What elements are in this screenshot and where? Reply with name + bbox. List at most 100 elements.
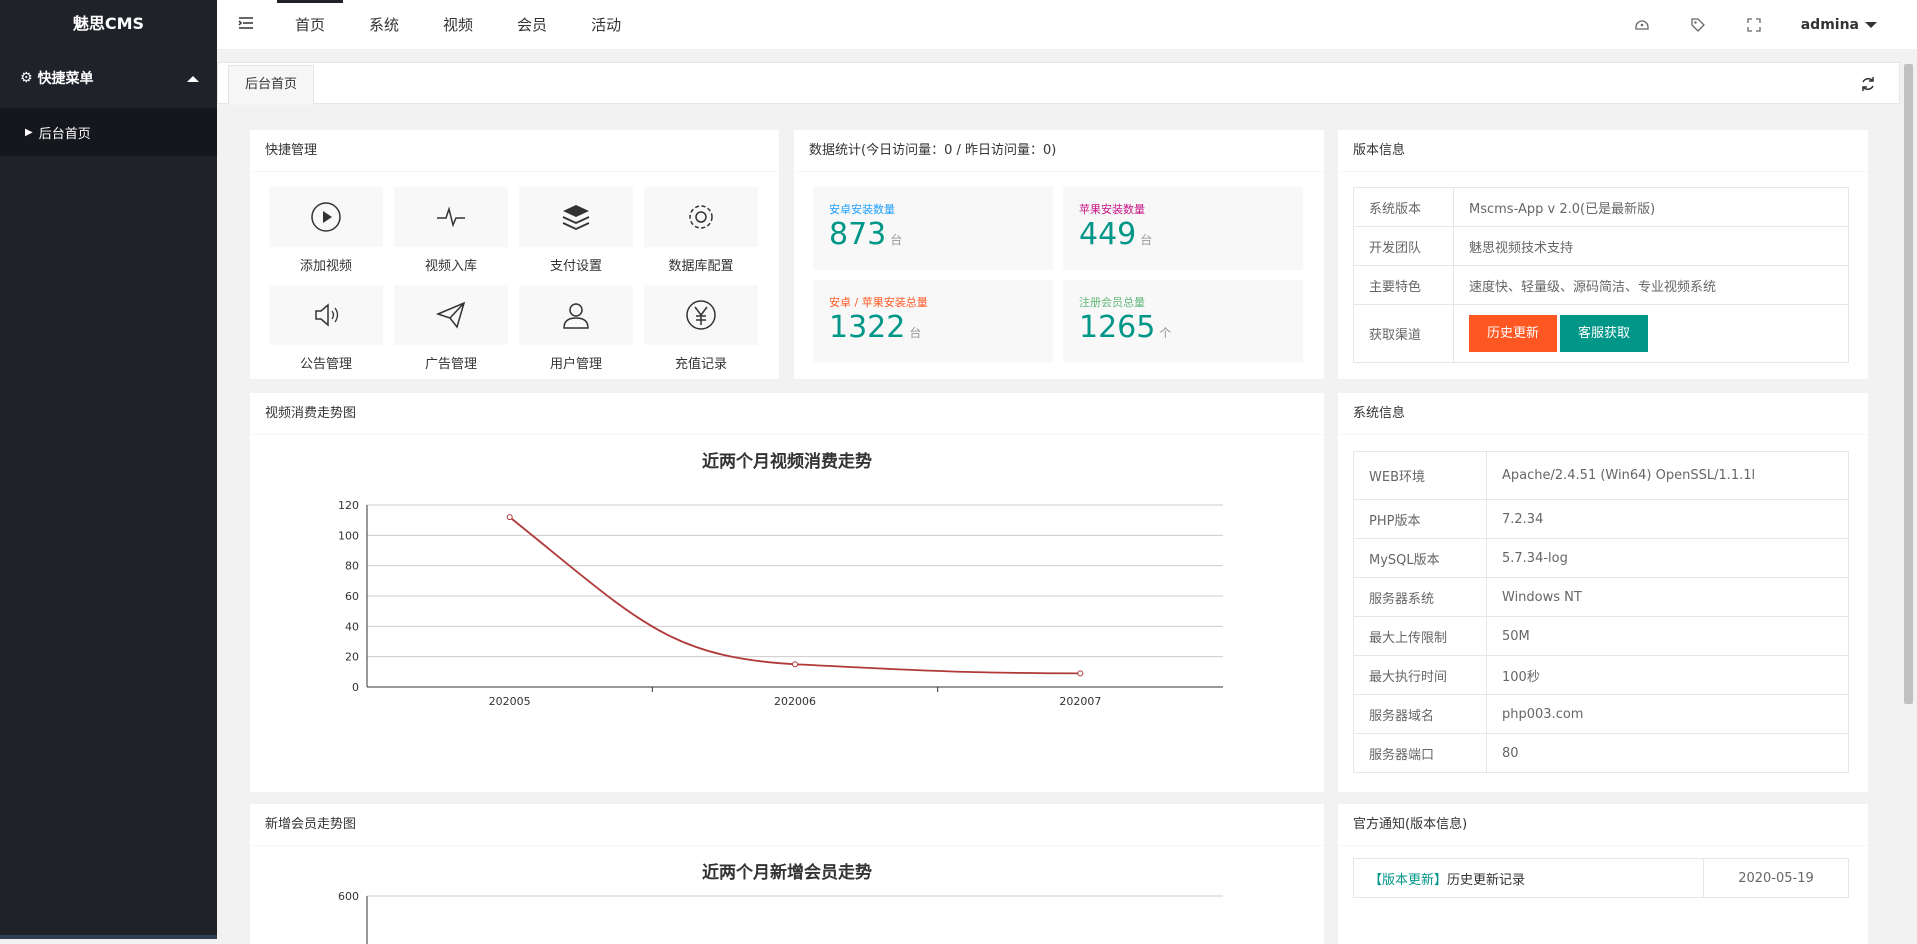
paper-plane-icon xyxy=(435,301,466,329)
stat-value: 1265 xyxy=(1079,310,1156,345)
quick-manage-title: 快捷管理 xyxy=(250,130,779,172)
quick-ad-manage[interactable]: 广告管理 xyxy=(394,285,508,372)
sysinfo-table: WEB环境 Apache/2.4.51 (Win64) OpenSSL/1.1.1… xyxy=(1353,451,1849,773)
menu-toggle-icon[interactable] xyxy=(237,14,255,32)
x-tick-label: 202006 xyxy=(774,695,816,708)
table-key: 开发团队 xyxy=(1353,226,1454,266)
data-point xyxy=(792,661,798,668)
table-value: Windows NT xyxy=(1486,577,1849,617)
x-tick-label: 202007 xyxy=(1059,695,1101,708)
nav-video[interactable]: 视频 xyxy=(425,0,491,50)
quick-item-label: 数据库配置 xyxy=(668,259,734,274)
sidebar-group-quick-menu[interactable]: ⚙ 快捷菜单 xyxy=(0,48,217,108)
fullscreen-icon[interactable] xyxy=(1745,16,1763,34)
quick-item-label: 广告管理 xyxy=(424,357,477,372)
play-circle-icon xyxy=(311,202,341,232)
nav-member[interactable]: 会员 xyxy=(499,0,565,50)
theme-icon[interactable] xyxy=(1633,16,1651,34)
stat-label: 注册会员总量 xyxy=(1079,296,1145,309)
stats-card: 数据统计(今日访问量：0 / 昨日访问量：0) 安卓安装数量 873 台 苹果安装… xyxy=(794,130,1324,379)
table-value: Apache/2.4.51 (Win64) OpenSSL/1.1.1l xyxy=(1486,451,1849,500)
customer-service-button[interactable]: 客服获取 xyxy=(1560,315,1649,352)
header-actions: admina xyxy=(1595,0,1877,50)
table-value: 7.2.34 xyxy=(1486,499,1849,539)
tag-icon[interactable] xyxy=(1689,16,1707,34)
stat-label: 安卓安装数量 xyxy=(829,203,895,216)
quick-item-label: 添加视频 xyxy=(299,259,352,274)
page-tabs: 后台首页 xyxy=(217,62,1900,105)
nav-system[interactable]: 系统 xyxy=(351,0,417,50)
table-key: 服务器端口 xyxy=(1353,733,1487,773)
table-row: PHP版本 7.2.34 xyxy=(1353,499,1849,539)
quick-item-label: 视频入库 xyxy=(424,259,477,274)
y-tick-label: 60 xyxy=(345,590,359,603)
notice-tag[interactable]: 【版本更新】 xyxy=(1369,873,1447,888)
table-row: 【版本更新】历史更新记录 2020-05-19 xyxy=(1353,858,1849,898)
page-scrollbar[interactable] xyxy=(1900,52,1917,939)
table-key: PHP版本 xyxy=(1353,499,1487,539)
sidebar-item-dashboard[interactable]: ▶ 后台首页 xyxy=(0,108,217,156)
x-tick-label: 202005 xyxy=(489,695,531,708)
stat-value: 1322 xyxy=(829,310,906,345)
app-logo[interactable]: 魅思CMS xyxy=(0,0,217,48)
quick-database-config[interactable]: 数据库配置 xyxy=(644,187,758,274)
quick-user-manage[interactable]: 用户管理 xyxy=(519,285,633,372)
quick-item-label: 支付设置 xyxy=(549,259,602,274)
notice-cell[interactable]: 【版本更新】历史更新记录 xyxy=(1353,858,1704,898)
user-menu[interactable]: admina xyxy=(1801,17,1877,33)
stat-members: 注册会员总量 1265 个 xyxy=(1063,280,1303,363)
sysinfo-title: 系统信息 xyxy=(1338,393,1868,435)
table-row: MySQL版本 5.7.34-log xyxy=(1353,538,1849,578)
y-tick-label: 0 xyxy=(352,681,359,694)
notice-text[interactable]: 历史更新记录 xyxy=(1447,873,1525,888)
table-row: 服务器域名 php003.com xyxy=(1353,694,1849,734)
gear-icon xyxy=(689,205,713,229)
nav-activity[interactable]: 活动 xyxy=(573,0,639,50)
table-key: 最大上传限制 xyxy=(1353,616,1487,656)
nav-home[interactable]: 首页 xyxy=(277,0,344,50)
video-consumption-card: 视频消费走势图 近两个月视频消费走势 0 20 40 60 80 100 120 202005… xyxy=(250,393,1324,792)
triangle-right-icon: ▶ xyxy=(25,126,33,138)
table-row: 系统版本 Mscms-App v 2.0(已是最新版) xyxy=(1353,187,1849,227)
table-key: 服务器系统 xyxy=(1353,577,1487,617)
series-line xyxy=(509,516,1081,675)
history-update-button[interactable]: 历史更新 xyxy=(1469,315,1558,352)
version-title: 版本信息 xyxy=(1338,130,1868,172)
table-value: 速度快、轻量级、源码简洁、专业视频系统 xyxy=(1453,265,1849,305)
refresh-icon[interactable] xyxy=(1859,75,1877,93)
y-tick-label: 20 xyxy=(345,651,359,664)
new-member-card: 新增会员走势图 近两个月新增会员走势 600 xyxy=(250,804,1324,944)
y-tick-label: 600 xyxy=(338,890,359,903)
data-point xyxy=(506,514,513,521)
quick-item-label: 用户管理 xyxy=(549,357,602,372)
table-value: 5.7.34-log xyxy=(1486,538,1849,578)
table-key: 系统版本 xyxy=(1353,187,1454,227)
quick-recharge-records[interactable]: 充值记录 xyxy=(644,285,758,372)
stat-label: 苹果安装数量 xyxy=(1079,203,1145,216)
quick-payment-settings[interactable]: 支付设置 xyxy=(519,187,633,274)
layers-icon xyxy=(562,205,590,230)
y-tick-label: 120 xyxy=(338,499,359,512)
table-key: 主要特色 xyxy=(1353,265,1454,305)
stats-grid: 安卓安装数量 873 台 苹果安装数量 449 台 安卓 / 苹果安装总量 1322… xyxy=(813,187,1303,363)
quick-add-video[interactable]: 添加视频 xyxy=(269,187,383,274)
table-value: 100秒 xyxy=(1486,655,1849,695)
user-name: admina xyxy=(1800,17,1859,33)
stats-title: 数据统计(今日访问量：0 / 昨日访问量：0) xyxy=(794,130,1324,172)
quick-video-import[interactable]: 视频入库 xyxy=(394,187,508,274)
table-value: 50M xyxy=(1486,616,1849,656)
table-row: 开发团队 魅思视频技术支持 xyxy=(1353,226,1849,266)
table-row: 最大执行时间 100秒 xyxy=(1353,655,1849,695)
y-tick-label: 100 xyxy=(338,529,359,542)
scrollbar-thumb[interactable] xyxy=(1904,64,1913,704)
gear-icon: ⚙ xyxy=(20,70,33,86)
stat-value: 873 xyxy=(829,217,887,252)
table-key: MySQL版本 xyxy=(1353,538,1487,578)
chart1-svg: 0 20 40 60 80 100 120 202005 202006 202007 xyxy=(338,499,1223,708)
stat-unit: 台 xyxy=(1140,233,1153,247)
y-tick-label: 80 xyxy=(345,560,359,573)
notice-title: 官方通知(版本信息) xyxy=(1338,804,1868,846)
quick-announcement[interactable]: 公告管理 xyxy=(269,285,383,372)
chart2-card-title: 新增会员走势图 xyxy=(250,804,1324,846)
tab-dashboard[interactable]: 后台首页 xyxy=(228,65,315,105)
